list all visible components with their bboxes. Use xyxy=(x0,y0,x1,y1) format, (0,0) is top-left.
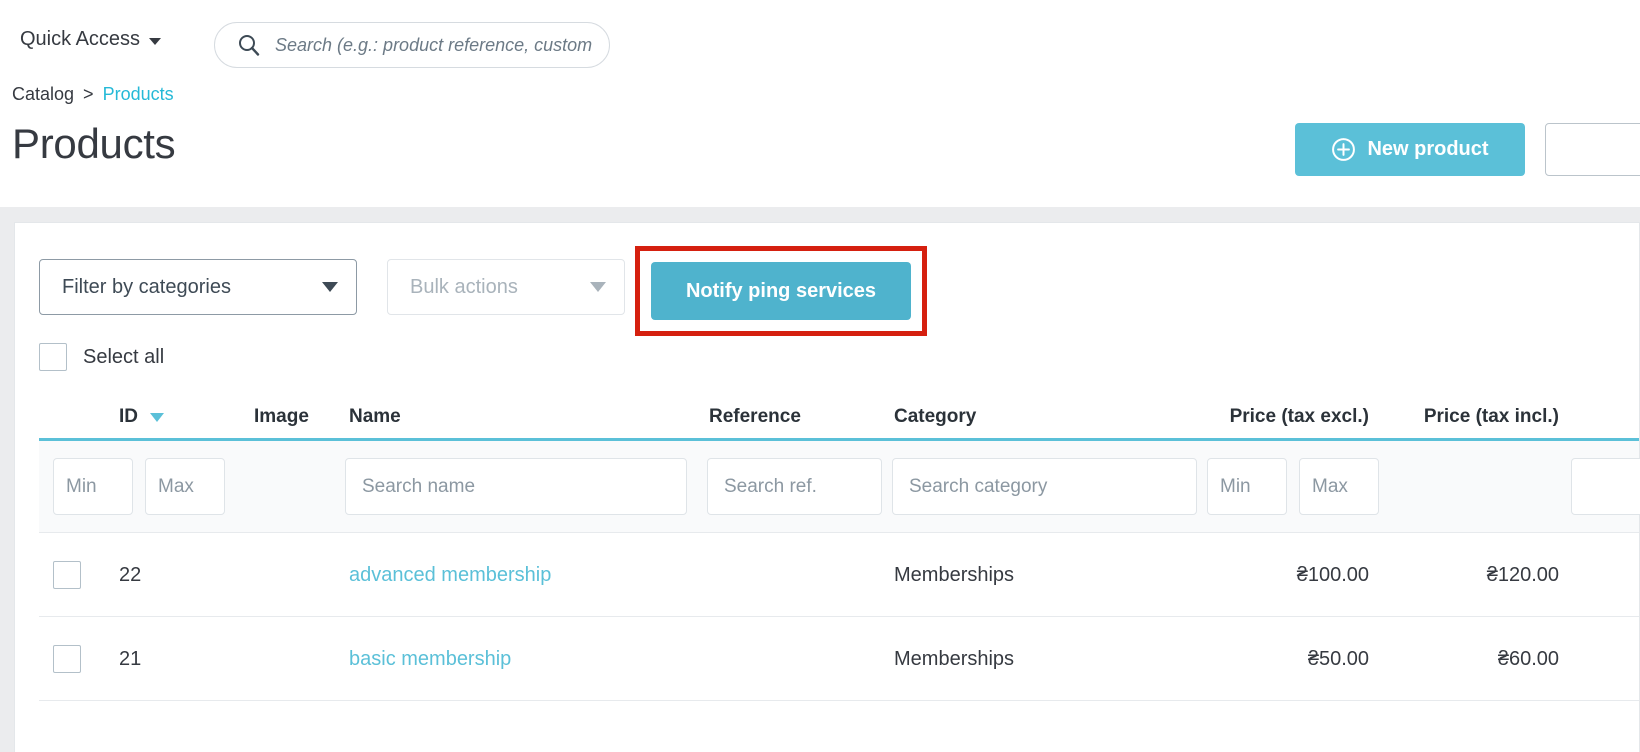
chevron-down-icon xyxy=(150,412,164,422)
filter-price-excl-range xyxy=(1207,458,1387,515)
product-name-link[interactable]: advanced membership xyxy=(349,564,551,587)
column-header-reference[interactable]: Reference xyxy=(709,393,869,441)
products-table: ID Image Name Reference Category Price (… xyxy=(39,393,1640,701)
column-header-checkbox xyxy=(39,393,99,441)
plus-circle-icon xyxy=(1332,138,1356,161)
bulk-actions-label: Bulk actions xyxy=(410,275,518,298)
cell-image xyxy=(254,617,344,701)
cell-price-incl: ₴120.00 xyxy=(1486,563,1559,586)
filter-name-input[interactable] xyxy=(345,458,687,515)
breadcrumb-parent[interactable]: Catalog xyxy=(12,84,74,105)
search-input[interactable] xyxy=(273,33,595,57)
table-filter-row xyxy=(39,441,1640,533)
column-header-price-incl[interactable]: Price (tax incl.) xyxy=(1384,393,1559,441)
breadcrumb: Catalog > Products xyxy=(12,84,174,105)
filter-by-categories-dropdown[interactable]: Filter by categories xyxy=(39,259,357,315)
filter-price-excl-min-input[interactable] xyxy=(1207,458,1287,515)
filter-id-range xyxy=(53,458,233,515)
global-search-box[interactable] xyxy=(214,22,610,68)
new-product-button[interactable]: New product xyxy=(1295,123,1525,176)
bulk-actions-dropdown[interactable]: Bulk actions xyxy=(387,259,625,315)
chevron-down-icon xyxy=(590,282,606,292)
new-product-label: New product xyxy=(1367,138,1489,160)
column-header-name[interactable]: Name xyxy=(349,393,689,441)
cell-name: advanced membership xyxy=(349,533,689,617)
column-header-price-excl[interactable]: Price (tax excl.) xyxy=(1114,393,1369,441)
table-row[interactable]: 21 basic membership Memberships ₴50.00 ₴… xyxy=(39,617,1639,701)
quick-access-label: Quick Access xyxy=(20,28,141,50)
filter-price-excl-max-input[interactable] xyxy=(1299,458,1379,515)
table-header-row: ID Image Name Reference Category Price (… xyxy=(39,393,1639,441)
quick-access-menu[interactable]: Quick Access xyxy=(20,28,162,51)
cell-price-excl: ₴100.00 xyxy=(1296,563,1369,586)
caret-down-icon xyxy=(149,38,162,45)
chevron-down-icon xyxy=(322,282,338,292)
filter-id-max-input[interactable] xyxy=(145,458,225,515)
cell-reference xyxy=(709,617,869,701)
cell-price-incl: ₴60.00 xyxy=(1497,647,1559,670)
cell-id: 22 xyxy=(119,563,142,586)
search-icon xyxy=(239,35,260,56)
top-navigation-bar: Quick Access xyxy=(0,0,1640,78)
filter-price-incl-min-input[interactable] xyxy=(1571,458,1640,515)
row-select-checkbox[interactable] xyxy=(53,561,81,589)
table-row[interactable]: 22 advanced membership Memberships ₴100.… xyxy=(39,533,1639,617)
row-checkbox-cell xyxy=(53,617,113,701)
filter-reference-input[interactable] xyxy=(707,458,882,515)
column-header-id-label: ID xyxy=(119,406,138,427)
cell-name: basic membership xyxy=(349,617,689,701)
row-checkbox-cell xyxy=(53,533,113,617)
filter-price-incl-cell xyxy=(1571,458,1640,515)
column-header-id[interactable]: ID xyxy=(119,393,239,441)
secondary-action-button[interactable] xyxy=(1545,123,1640,176)
filter-name-cell xyxy=(345,458,687,515)
products-panel: Filter by categories Bulk actions Notify… xyxy=(14,222,1640,752)
filter-by-categories-label: Filter by categories xyxy=(62,275,231,298)
row-select-checkbox[interactable] xyxy=(53,645,81,673)
cell-image xyxy=(254,533,344,617)
cell-price-excl: ₴50.00 xyxy=(1307,647,1369,670)
product-name-link[interactable]: basic membership xyxy=(349,648,511,671)
cell-reference xyxy=(709,533,869,617)
page-title: Products xyxy=(12,120,176,167)
column-header-image[interactable]: Image xyxy=(254,393,344,441)
notify-ping-services-button[interactable]: Notify ping services xyxy=(651,262,911,320)
select-all-checkbox[interactable] xyxy=(39,343,67,371)
breadcrumb-current[interactable]: Products xyxy=(103,84,174,105)
cell-id: 21 xyxy=(119,647,142,670)
breadcrumb-separator: > xyxy=(83,84,94,104)
filter-category-cell xyxy=(892,458,1197,515)
select-all-row: Select all xyxy=(39,343,164,371)
select-all-label: Select all xyxy=(83,345,165,368)
filter-reference-cell xyxy=(707,458,882,515)
filter-category-input[interactable] xyxy=(892,458,1197,515)
filter-id-min-input[interactable] xyxy=(53,458,133,515)
